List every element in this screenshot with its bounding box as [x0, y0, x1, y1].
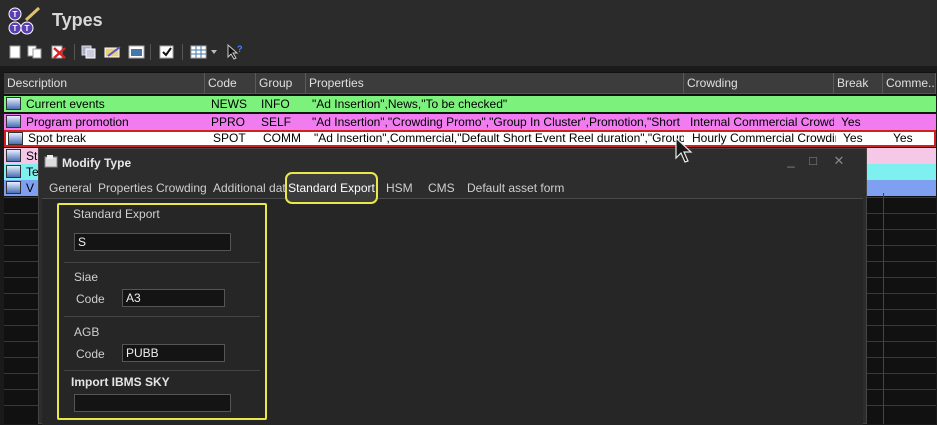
siae-code-field[interactable]: A3 [122, 289, 225, 307]
tab-additional-data[interactable]: Additional data [213, 178, 292, 198]
copy-icon[interactable] [26, 43, 44, 61]
properties-icon[interactable] [128, 43, 146, 61]
edit-icon[interactable] [104, 43, 122, 61]
grid-view-icon[interactable] [190, 43, 208, 61]
toolbar-separator [182, 44, 183, 60]
row-comment: Yes [893, 132, 913, 145]
column-divider [883, 193, 884, 424]
group-divider [64, 370, 260, 371]
mouse-cursor-icon [673, 136, 695, 166]
siae-group-label: Siae [74, 270, 99, 284]
maximize-button[interactable]: □ [802, 152, 824, 170]
type-icon [6, 97, 21, 110]
tab-standard-export[interactable]: Standard Export [285, 172, 378, 204]
import-ibms-sky-field[interactable] [74, 394, 231, 412]
table-row[interactable]: Current events NEWS INFO "Ad Insertion",… [4, 96, 936, 112]
svg-text:T: T [13, 10, 18, 19]
checkbox-icon[interactable] [158, 43, 176, 61]
dialog-icon [44, 155, 58, 168]
duplicate-icon[interactable] [80, 43, 98, 61]
column-group[interactable]: Group [256, 73, 306, 93]
tab-crowding[interactable]: Crowding [156, 178, 207, 198]
siae-code-label: Code [76, 292, 105, 306]
row-description: Spot break [28, 132, 87, 145]
column-crowding[interactable]: Crowding [684, 73, 834, 93]
row-group: INFO [261, 97, 290, 111]
type-icon [6, 165, 21, 178]
row-break: Yes [841, 115, 861, 129]
title-bar [0, 0, 937, 40]
agb-code-label: Code [76, 347, 105, 361]
close-button[interactable]: ✕ [828, 152, 850, 170]
group-divider [64, 262, 260, 263]
type-icon [6, 181, 21, 194]
row-crowding: Internal Commercial Crowdi... [690, 115, 834, 129]
pointer-help-icon[interactable]: ? [226, 43, 244, 61]
toolbar-separator [74, 44, 75, 60]
agb-code-field[interactable]: PUBB [122, 344, 225, 362]
svg-text:T: T [25, 24, 30, 33]
row-break: Yes [843, 132, 863, 145]
tab-cms[interactable]: CMS [428, 178, 455, 198]
svg-text:T: T [13, 24, 18, 33]
row-properties: "Ad Insertion",Commercial,"Default Short… [314, 132, 684, 145]
tab-properties[interactable]: Properties [98, 178, 153, 198]
grid-header: Description Code Group Properties Crowdi… [4, 73, 936, 94]
row-code: SPOT [213, 132, 246, 145]
column-break[interactable]: Break [834, 73, 883, 93]
type-icon [6, 115, 21, 128]
new-icon[interactable] [6, 43, 24, 61]
row-code: PPRO [211, 115, 246, 129]
svg-text:?: ? [237, 44, 243, 54]
row-properties: "Ad Insertion","Crowding Promo","Group I… [312, 115, 684, 129]
agb-group-label: AGB [74, 325, 100, 339]
tab-hsm[interactable]: HSM [386, 178, 413, 198]
tab-default-asset-form[interactable]: Default asset form [467, 178, 564, 198]
row-description: Program promotion [26, 115, 129, 129]
import-ibms-sky-label: Import IBMS SKY [71, 375, 170, 389]
column-properties[interactable]: Properties [306, 73, 684, 93]
row-code: NEWS [211, 97, 247, 111]
row-properties: "Ad Insertion",News,"To be checked" [312, 97, 508, 111]
dropdown-icon[interactable] [208, 43, 220, 61]
toolbar-separator [150, 44, 151, 60]
table-row[interactable]: Program promotion PPRO SELF "Ad Insertio… [4, 114, 936, 130]
type-icon [8, 132, 23, 145]
standard-export-field[interactable]: S [74, 233, 231, 251]
type-icon [6, 149, 21, 162]
row-description: Current events [26, 97, 105, 111]
tab-general[interactable]: General [49, 178, 92, 198]
row-group: SELF [261, 115, 292, 129]
dialog-title: Modify Type [62, 156, 132, 170]
minimize-button[interactable]: _ [780, 152, 802, 170]
column-code[interactable]: Code [205, 73, 256, 93]
standard-export-group-label: Standard Export [73, 207, 160, 221]
window-title: Types [52, 10, 103, 30]
row-crowding: Hourly Commercial Crowding [692, 132, 836, 145]
column-comment[interactable]: Comme... [883, 73, 936, 93]
row-group: COMM [263, 132, 301, 145]
table-row-selected[interactable]: Spot break SPOT COMM "Ad Insertion",Comm… [4, 130, 936, 147]
delete-icon[interactable] [50, 43, 68, 61]
column-description[interactable]: Description [4, 73, 205, 93]
types-app-icon: T T T [8, 6, 42, 36]
group-divider [64, 316, 260, 317]
